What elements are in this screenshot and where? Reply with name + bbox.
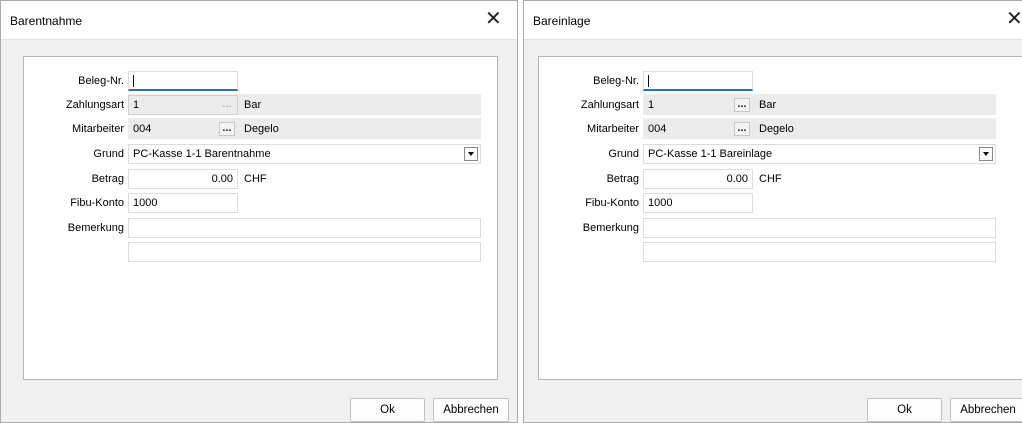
- title-bar: Barentnahme ✕: [1, 1, 517, 40]
- chevron-down-icon[interactable]: [979, 147, 993, 161]
- currency-label: CHF: [759, 173, 782, 185]
- label-betrag: Betrag: [606, 173, 639, 185]
- label-bemerkung: Bemerkung: [67, 222, 124, 234]
- mitarbeiter-description: Degelo: [244, 123, 279, 135]
- dialog-barentnahme: Barentnahme ✕ Beleg-Nr. Zahlungsart 1 ..…: [0, 0, 518, 423]
- ellipsis-button[interactable]: ...: [734, 122, 750, 136]
- mitarbeiter-input[interactable]: 004 ...: [643, 119, 753, 139]
- cancel-button[interactable]: Abbrechen: [950, 398, 1022, 422]
- fibu-konto-input[interactable]: 1000: [643, 193, 753, 213]
- label-beleg-nr: Beleg-Nr.: [78, 75, 124, 87]
- grund-value: PC-Kasse 1-1 Barentnahme: [133, 148, 271, 160]
- bemerkung-input-1[interactable]: [128, 218, 481, 238]
- betrag-input[interactable]: 0.00: [643, 169, 753, 189]
- bemerkung-input-2[interactable]: [128, 242, 481, 262]
- label-betrag: Betrag: [91, 173, 124, 185]
- mitarbeiter-value: 004: [133, 123, 152, 135]
- label-zahlungsart: Zahlungsart: [65, 99, 124, 111]
- cancel-button[interactable]: Abbrechen: [433, 398, 509, 422]
- label-fibu-konto: Fibu-Konto: [585, 197, 639, 209]
- text-caret: [648, 75, 649, 88]
- dialog-title: Barentnahme: [10, 14, 83, 28]
- label-bemerkung: Bemerkung: [582, 222, 639, 234]
- form-panel: Beleg-Nr. Zahlungsart 1 ... Bar Mitarbei…: [538, 56, 1022, 380]
- label-fibu-konto: Fibu-Konto: [70, 197, 124, 209]
- dialog-bareinlage: Bareinlage ✕ Beleg-Nr. Zahlungsart 1 ...…: [523, 0, 1022, 423]
- beleg-nr-input[interactable]: [643, 71, 753, 91]
- betrag-input[interactable]: 0.00: [128, 169, 238, 189]
- close-icon[interactable]: ✕: [1006, 8, 1022, 28]
- label-mitarbeiter: Mitarbeiter: [587, 123, 639, 135]
- zahlungsart-input[interactable]: 1 ...: [643, 95, 753, 115]
- close-icon[interactable]: ✕: [485, 8, 502, 28]
- grund-dropdown[interactable]: PC-Kasse 1-1 Bareinlage: [643, 144, 996, 164]
- dialog-title: Bareinlage: [533, 14, 591, 28]
- chevron-down-icon[interactable]: [464, 147, 478, 161]
- zahlungsart-input: 1 ...: [128, 95, 238, 115]
- label-zahlungsart: Zahlungsart: [580, 99, 639, 111]
- label-grund: Grund: [93, 148, 124, 160]
- form-panel: Beleg-Nr. Zahlungsart 1 ... Bar Mitarbei…: [23, 56, 498, 380]
- ok-button[interactable]: Ok: [350, 398, 425, 422]
- label-beleg-nr: Beleg-Nr.: [593, 75, 639, 87]
- fibu-konto-value: 1000: [133, 197, 158, 209]
- mitarbeiter-description: Degelo: [759, 123, 794, 135]
- ellipsis-button[interactable]: ...: [734, 98, 750, 112]
- betrag-value: 0.00: [211, 173, 233, 185]
- zahlungsart-description: Bar: [759, 99, 777, 111]
- mitarbeiter-input[interactable]: 004 ...: [128, 119, 238, 139]
- betrag-value: 0.00: [726, 173, 748, 185]
- ok-button[interactable]: Ok: [867, 398, 942, 422]
- beleg-nr-input[interactable]: [128, 71, 238, 91]
- zahlungsart-description: Bar: [244, 99, 262, 111]
- title-bar: Bareinlage ✕: [524, 1, 1022, 40]
- zahlungsart-value: 1: [648, 99, 655, 111]
- fibu-konto-input[interactable]: 1000: [128, 193, 238, 213]
- bemerkung-input-1[interactable]: [643, 218, 996, 238]
- bemerkung-input-2[interactable]: [643, 242, 996, 262]
- fibu-konto-value: 1000: [648, 197, 673, 209]
- mitarbeiter-value: 004: [648, 123, 667, 135]
- zahlungsart-value: 1: [133, 99, 140, 111]
- ellipsis-button[interactable]: ...: [219, 122, 235, 136]
- label-grund: Grund: [608, 148, 639, 160]
- grund-value: PC-Kasse 1-1 Bareinlage: [648, 148, 773, 160]
- label-mitarbeiter: Mitarbeiter: [72, 123, 124, 135]
- text-caret: [133, 75, 134, 88]
- currency-label: CHF: [244, 173, 267, 185]
- ellipsis-button: ...: [222, 98, 232, 110]
- grund-dropdown[interactable]: PC-Kasse 1-1 Barentnahme: [128, 144, 481, 164]
